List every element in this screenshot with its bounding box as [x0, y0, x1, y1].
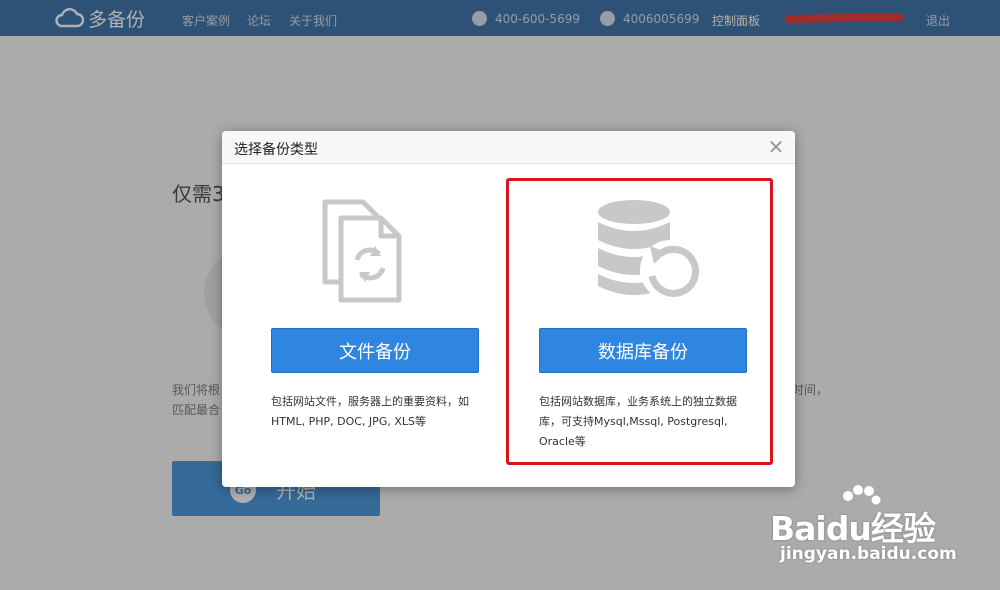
close-icon[interactable]: ✕ [766, 137, 786, 157]
file-backup-description: 包括网站文件，服务器上的重要资料，如HTML, PHP, DOC, JPG, X… [271, 395, 469, 428]
file-backup-option: 文件备份 包括网站文件，服务器上的重要资料，如HTML, PHP, DOC, J… [222, 164, 506, 486]
watermark-url: jingyan.baidu.com [780, 544, 957, 564]
backup-type-modal: 选择备份类型 ✕ 文件备份 包括网站文件，服务器上的重要资料，如HTML, PH… [222, 131, 795, 487]
baidu-watermark: Baidu经验 jingyan.baidu.com [770, 484, 990, 584]
modal-title: 选择备份类型 [234, 142, 318, 158]
file-sync-icon [322, 199, 402, 303]
file-backup-button[interactable]: 文件备份 [271, 328, 479, 373]
watermark-brand: Baidu经验 [770, 509, 936, 548]
highlight-annotation [506, 178, 773, 465]
modal-header: 选择备份类型 ✕ [222, 131, 795, 164]
